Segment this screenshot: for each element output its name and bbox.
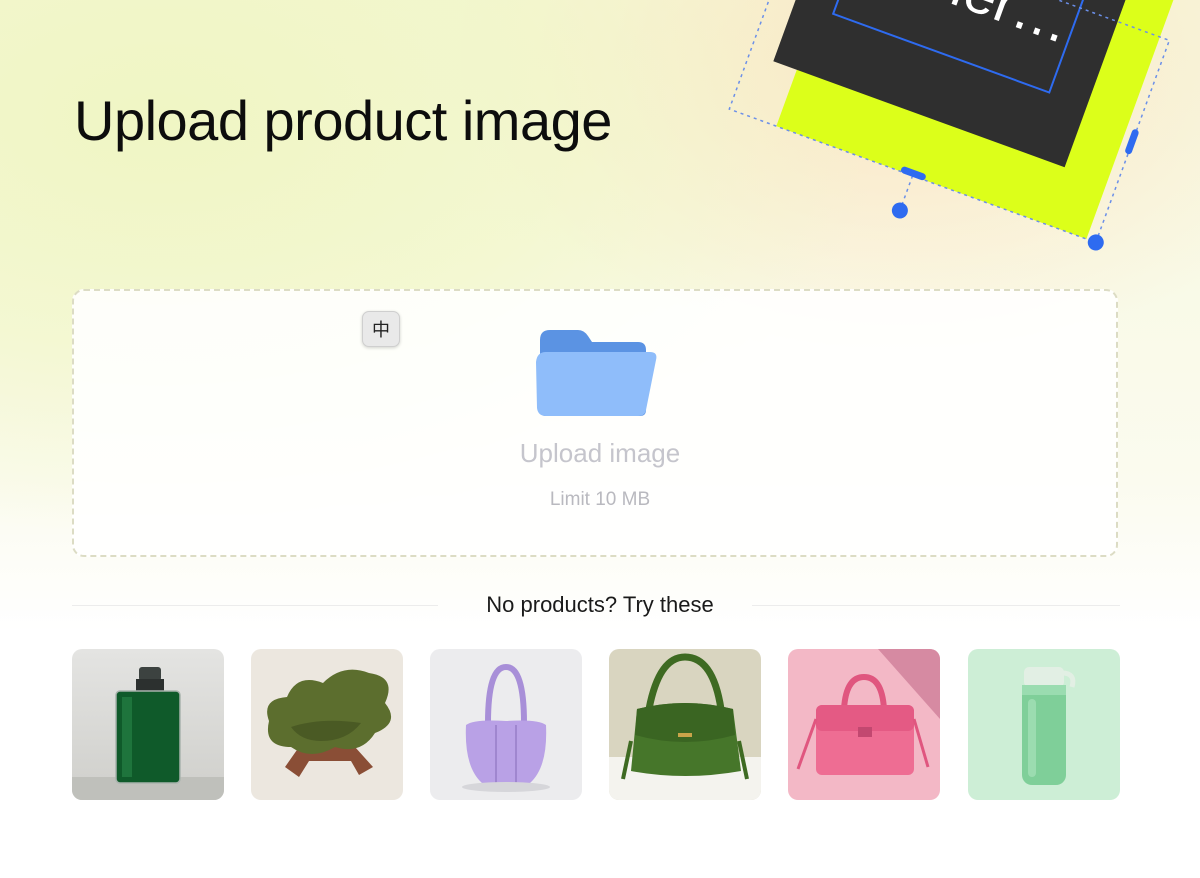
rotate-handle-icon [891,202,908,219]
dark-card [773,0,1159,168]
sample-thumb-perfume[interactable] [72,649,224,800]
accent-square [776,0,1186,240]
resize-handle-icon [1087,234,1104,251]
sample-thumb-green-handbag[interactable] [609,649,761,800]
size-limit-label: Limit 10 MB [549,489,651,510]
edge-handle-icon [900,166,926,181]
sample-thumb-lilac-bag[interactable] [430,649,582,800]
upload-image-label: Upload image [519,438,681,468]
edge-handle-icon [1125,129,1139,155]
selection-box [831,0,1092,94]
page-title: Upload product image [74,89,612,152]
deco-text: gener… [865,0,1081,56]
folder-icon[interactable] [534,328,658,418]
transform-frame [728,0,1171,244]
sample-thumb-chair[interactable] [251,649,403,800]
sample-thumb-water-bottle[interactable] [968,649,1120,800]
sample-thumb-pink-bag[interactable] [788,649,940,800]
divider [752,605,1120,606]
input-method-indicator: 中 [362,311,400,347]
